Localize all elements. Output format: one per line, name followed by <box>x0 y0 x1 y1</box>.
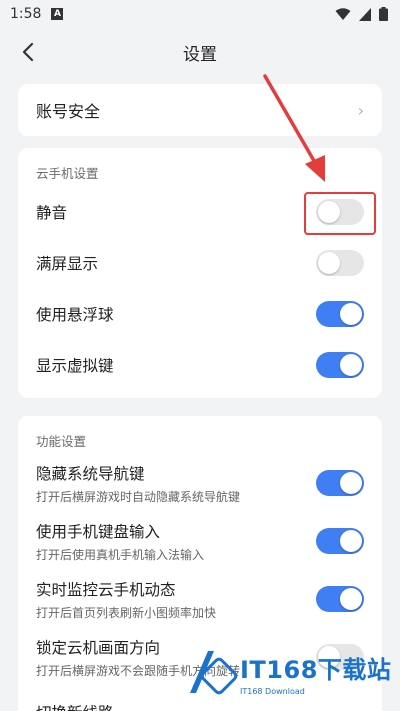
phone-keyboard-toggle[interactable] <box>316 528 364 554</box>
toggle-knob <box>340 588 362 610</box>
toggle-knob <box>340 353 362 376</box>
section-title-function: 功能设置 <box>36 434 87 449</box>
setting-label: 使用悬浮球 <box>36 305 114 324</box>
status-right <box>335 7 388 21</box>
toggle-knob <box>340 472 362 494</box>
setting-label: 切换新线路 <box>36 701 114 711</box>
watermark-logo-icon <box>190 651 238 695</box>
signal-icon <box>359 7 371 21</box>
setting-description: 打开后首页列表刷新小图频率加快 <box>36 605 217 620</box>
setting-description: 打开后使用真机手机输入法输入 <box>36 547 205 562</box>
setting-label: 隐藏系统导航键 <box>36 464 145 483</box>
watermark-text: IT168下载站 IT168 Download <box>240 650 391 696</box>
account-security-label: 账号安全 <box>36 102 101 121</box>
fullscreen-toggle[interactable] <box>316 249 364 276</box>
setting-text: 隐藏系统导航键 打开后横屏游戏时自动隐藏系统导航键 <box>36 462 240 505</box>
toggle-knob <box>340 302 362 325</box>
setting-row-floating-ball: 使用悬浮球 <box>18 288 382 339</box>
setting-label: 静音 <box>36 203 68 222</box>
setting-label: 实时监控云手机动态 <box>36 580 176 599</box>
setting-row-hide-nav: 隐藏系统导航键 打开后横屏游戏时自动隐藏系统导航键 <box>18 454 382 512</box>
setting-row-realtime-monitor: 实时监控云手机动态 打开后首页列表刷新小图频率加快 <box>18 570 382 628</box>
status-bar: 1:58 A <box>0 0 400 28</box>
setting-row-phone-keyboard: 使用手机键盘输入 打开后使用真机手机输入法输入 <box>18 512 382 570</box>
setting-text: 使用手机键盘输入 打开后使用真机手机输入法输入 <box>36 520 204 563</box>
chevron-right-icon: › <box>357 100 364 120</box>
virtual-keys-toggle[interactable] <box>316 351 364 378</box>
back-button[interactable] <box>14 36 42 68</box>
floating-ball-toggle[interactable] <box>316 300 364 327</box>
wifi-icon <box>335 7 351 20</box>
watermark: IT168下载站 IT168 Download <box>184 635 400 711</box>
realtime-monitor-toggle[interactable] <box>316 586 364 612</box>
toggle-knob <box>340 530 362 552</box>
annotation-highlight-box <box>304 192 376 235</box>
annotation-arrow-icon <box>263 74 325 182</box>
toggle-knob <box>318 251 340 274</box>
status-left: 1:58 A <box>10 6 64 22</box>
setting-label: 满屏显示 <box>36 254 99 273</box>
hide-nav-toggle[interactable] <box>316 470 364 496</box>
battery-icon <box>379 7 388 21</box>
header: 设置 <box>0 28 400 76</box>
watermark-main-text: IT168下载站 <box>240 656 392 684</box>
setting-row-fullscreen: 满屏显示 <box>18 237 382 288</box>
setting-text: 实时监控云手机动态 打开后首页列表刷新小图频率加快 <box>36 578 216 621</box>
setting-label: 使用手机键盘输入 <box>36 522 161 541</box>
page-title: 设置 <box>183 44 217 65</box>
setting-row-virtual-keys: 显示虚拟键 <box>18 339 382 390</box>
app-notification-icon: A <box>51 8 64 20</box>
setting-description: 打开后横屏游戏时自动隐藏系统导航键 <box>36 489 241 504</box>
watermark-sub-text: IT168 Download <box>240 687 305 696</box>
status-time: 1:58 <box>10 6 42 22</box>
back-arrow-icon <box>22 42 34 62</box>
setting-label: 显示虚拟键 <box>36 356 114 375</box>
